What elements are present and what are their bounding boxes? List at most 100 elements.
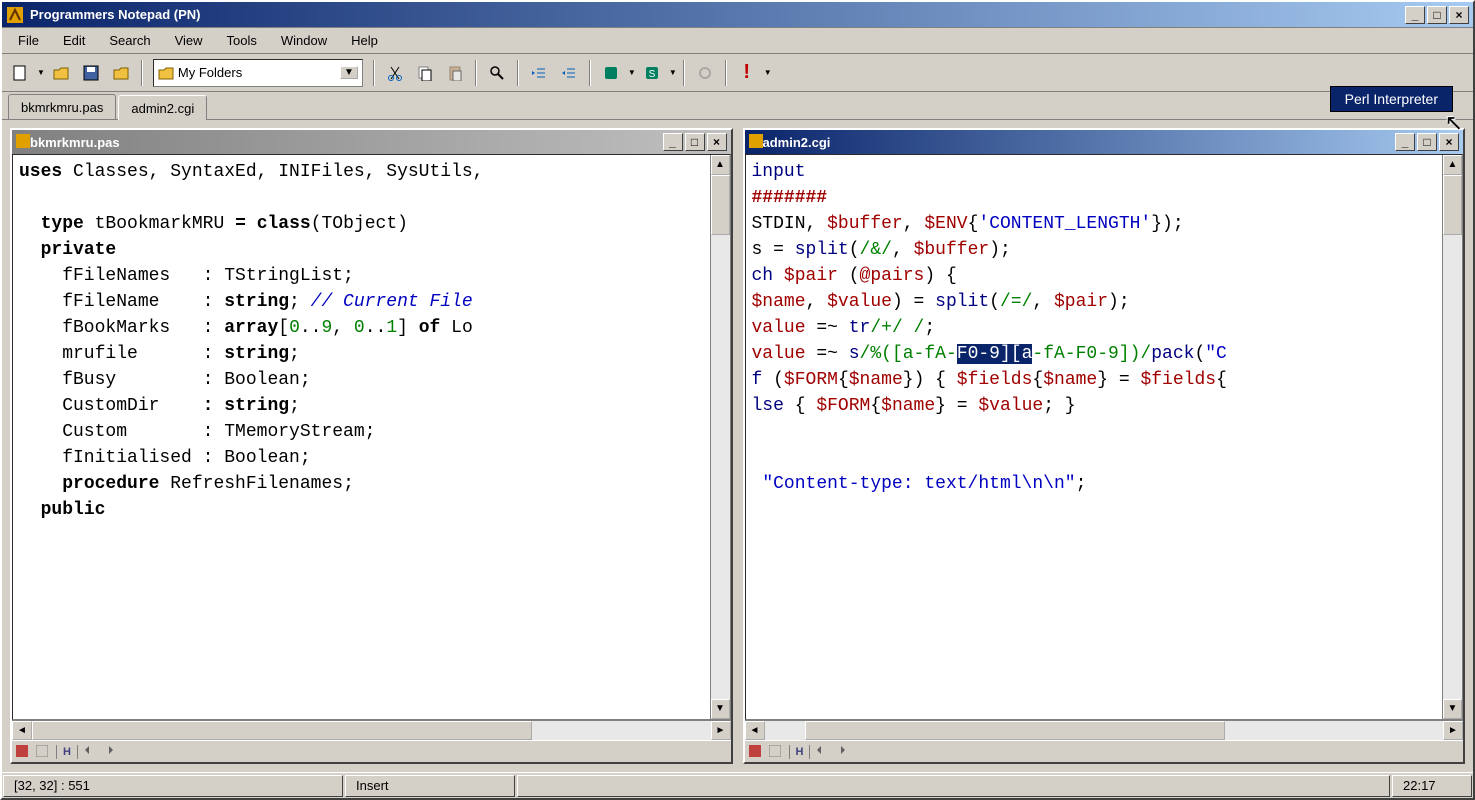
scroll-left-button[interactable]: ◄ — [745, 721, 765, 740]
scroll-track[interactable] — [32, 721, 711, 740]
status-icon-3 — [816, 745, 830, 759]
scroll-track[interactable] — [711, 175, 730, 699]
child-minimize-button[interactable]: _ — [1395, 133, 1415, 151]
style1-button[interactable] — [597, 59, 625, 87]
scroll-down-button[interactable]: ▼ — [711, 699, 730, 719]
scroll-track[interactable] — [765, 721, 1444, 740]
scroll-thumb[interactable] — [32, 721, 532, 740]
mdi-area: bkmrkmru.pas _ □ × uses Classes, SyntaxE… — [2, 120, 1473, 772]
app-icon — [6, 6, 24, 24]
toolbar-separator — [683, 60, 685, 86]
open-file-button[interactable] — [47, 59, 75, 87]
scroll-track[interactable] — [1443, 175, 1462, 699]
menu-file[interactable]: File — [8, 30, 49, 51]
toolbar-separator — [725, 60, 727, 86]
child-maximize-button[interactable]: □ — [685, 133, 705, 151]
status-label-h: H — [63, 746, 71, 758]
find-button[interactable] — [483, 59, 511, 87]
child-window-pascal: bkmrkmru.pas _ □ × uses Classes, SyntaxE… — [10, 128, 733, 764]
tab-bkmrkmru[interactable]: bkmrkmru.pas — [8, 94, 116, 119]
maximize-button[interactable]: □ — [1427, 6, 1447, 24]
file-tabs: bkmrkmru.pas admin2.cgi Perl Interpreter… — [2, 92, 1473, 120]
child-titlebar[interactable]: bkmrkmru.pas _ □ × — [12, 130, 731, 154]
scroll-right-button[interactable]: ► — [1443, 721, 1463, 740]
tab-admin2[interactable]: admin2.cgi — [118, 95, 207, 120]
folder-combo[interactable]: My Folders ▼ — [153, 59, 363, 87]
menu-window[interactable]: Window — [271, 30, 337, 51]
child-statusbar: H — [745, 740, 1464, 762]
scroll-up-button[interactable]: ▲ — [1443, 155, 1462, 175]
scroll-thumb[interactable] — [1443, 175, 1462, 235]
tooltip-perl-interpreter: Perl Interpreter — [1330, 86, 1453, 112]
statusbar: [32, 32] : 551 Insert 22:17 — [2, 772, 1473, 798]
outdent-button[interactable] — [555, 59, 583, 87]
scroll-left-button[interactable]: ◄ — [12, 721, 32, 740]
status-icon-4 — [836, 745, 850, 759]
new-file-button[interactable] — [6, 59, 34, 87]
code-editor[interactable]: input ####### STDIN, $buffer, $ENV{'CONT… — [746, 155, 1443, 719]
toolbar-separator — [475, 60, 477, 86]
child-titlebar[interactable]: admin2.cgi _ □ × — [745, 130, 1464, 154]
toolbar-separator — [589, 60, 591, 86]
editor-wrap: input ####### STDIN, $buffer, $ENV{'CONT… — [745, 154, 1464, 720]
scroll-up-button[interactable]: ▲ — [711, 155, 730, 175]
toolbar-separator — [517, 60, 519, 86]
titlebar[interactable]: Programmers Notepad (PN) _ □ × — [2, 2, 1473, 28]
vertical-scrollbar[interactable]: ▲ ▼ — [1442, 155, 1462, 719]
paste-button[interactable] — [441, 59, 469, 87]
menu-view[interactable]: View — [165, 30, 213, 51]
folder-icon — [158, 65, 174, 81]
child-close-button[interactable]: × — [707, 133, 727, 151]
child-title-text: bkmrkmru.pas — [30, 135, 663, 150]
menu-edit[interactable]: Edit — [53, 30, 95, 51]
status-icon-4 — [104, 745, 118, 759]
horizontal-scrollbar[interactable]: ◄ ► — [12, 720, 731, 740]
toolbar: ▼ My Folders ▼ — [2, 54, 1473, 92]
run-dropdown-icon[interactable]: ▼ — [764, 68, 772, 77]
titlebar-text: Programmers Notepad (PN) — [30, 7, 1405, 22]
toolbar-separator — [373, 60, 375, 86]
cursor-icon: ↖ — [1445, 110, 1463, 136]
code-editor[interactable]: uses Classes, SyntaxEd, INIFiles, SysUti… — [13, 155, 710, 719]
horizontal-scrollbar[interactable]: ◄ ► — [745, 720, 1464, 740]
new-dropdown-icon[interactable]: ▼ — [37, 68, 45, 77]
save-button[interactable] — [77, 59, 105, 87]
menubar: File Edit Search View Tools Window Help — [2, 28, 1473, 54]
status-position: [32, 32] : 551 — [3, 775, 343, 797]
status-icon-2 — [769, 745, 783, 759]
style2-dropdown-icon[interactable]: ▼ — [669, 68, 677, 77]
scroll-thumb[interactable] — [805, 721, 1225, 740]
cut-button[interactable] — [381, 59, 409, 87]
style2-button[interactable]: S — [638, 59, 666, 87]
menu-search[interactable]: Search — [99, 30, 160, 51]
settings-button[interactable] — [691, 59, 719, 87]
folder-button[interactable] — [107, 59, 135, 87]
close-button[interactable]: × — [1449, 6, 1469, 24]
child-title-text: admin2.cgi — [763, 135, 1396, 150]
run-button[interactable]: ! — [733, 59, 761, 87]
folder-combo-dropdown[interactable]: ▼ — [340, 66, 358, 79]
child-maximize-button[interactable]: □ — [1417, 133, 1437, 151]
file-icon — [749, 134, 763, 151]
status-empty — [517, 775, 1390, 797]
status-mode: Insert — [345, 775, 515, 797]
vertical-scrollbar[interactable]: ▲ ▼ — [710, 155, 730, 719]
minimize-button[interactable]: _ — [1405, 6, 1425, 24]
child-window-perl: admin2.cgi _ □ × input ####### STDIN, $b… — [743, 128, 1466, 764]
file-icon — [16, 134, 30, 151]
indent-button[interactable] — [525, 59, 553, 87]
menu-tools[interactable]: Tools — [217, 30, 267, 51]
style1-dropdown-icon[interactable]: ▼ — [628, 68, 636, 77]
copy-button[interactable] — [411, 59, 439, 87]
main-window: Programmers Notepad (PN) _ □ × File Edit… — [0, 0, 1475, 800]
status-icon-1 — [749, 745, 763, 759]
status-icon-2 — [36, 745, 50, 759]
status-time: 22:17 — [1392, 775, 1472, 797]
child-minimize-button[interactable]: _ — [663, 133, 683, 151]
child-statusbar: H — [12, 740, 731, 762]
menu-help[interactable]: Help — [341, 30, 388, 51]
scroll-right-button[interactable]: ► — [711, 721, 731, 740]
scroll-thumb[interactable] — [711, 175, 730, 235]
toolbar-separator — [141, 60, 143, 86]
scroll-down-button[interactable]: ▼ — [1443, 699, 1462, 719]
